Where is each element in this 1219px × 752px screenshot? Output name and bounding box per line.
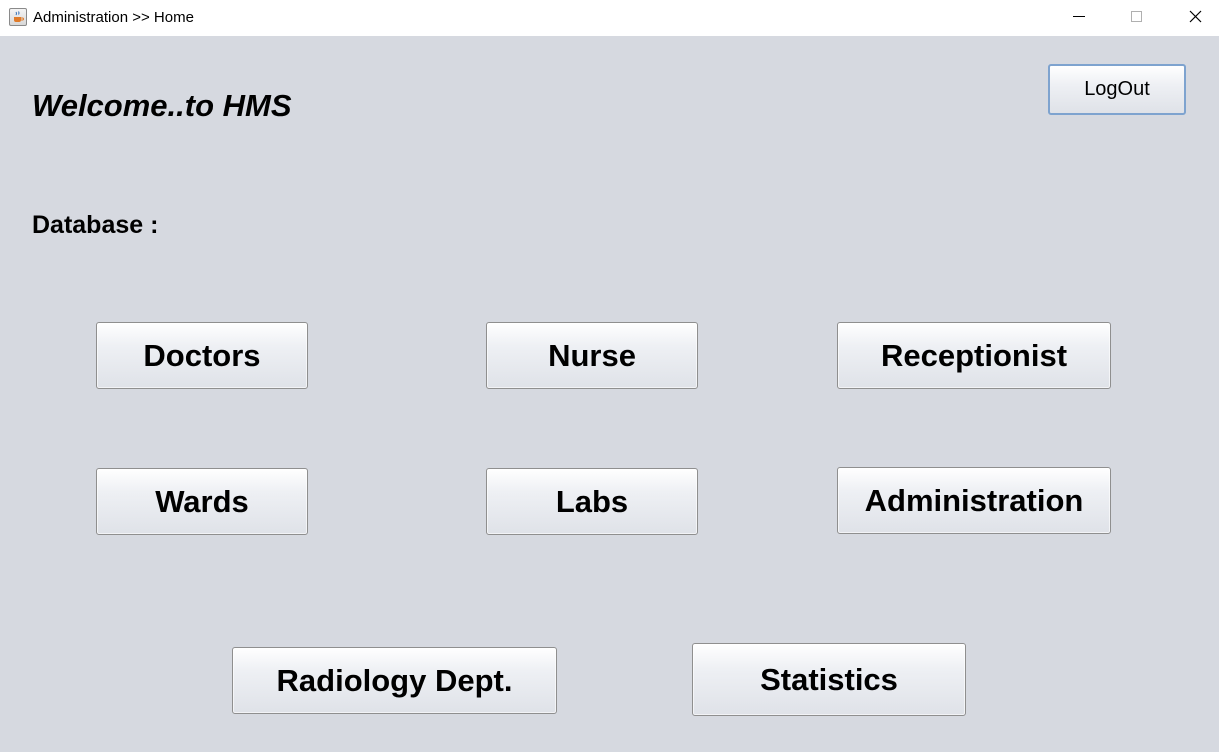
nurse-button[interactable]: Nurse — [486, 322, 698, 389]
logout-button[interactable]: LogOut — [1048, 64, 1186, 115]
maximize-icon — [1131, 11, 1142, 22]
close-icon — [1189, 10, 1202, 23]
receptionist-button[interactable]: Receptionist — [837, 322, 1111, 389]
doctors-button[interactable]: Doctors — [96, 322, 308, 389]
maximize-button[interactable] — [1108, 0, 1166, 34]
welcome-heading: Welcome..to HMS — [32, 88, 292, 123]
app-window: Administration >> Home Welcome..to HMS L… — [0, 0, 1219, 752]
wards-button[interactable]: Wards — [96, 468, 308, 535]
close-button[interactable] — [1166, 0, 1219, 34]
radiology-dept-button[interactable]: Radiology Dept. — [232, 647, 557, 714]
statistics-button[interactable]: Statistics — [692, 643, 966, 716]
minimize-icon — [1073, 16, 1085, 17]
title-bar[interactable]: Administration >> Home — [0, 0, 1219, 36]
labs-button[interactable]: Labs — [486, 468, 698, 535]
window-title: Administration >> Home — [33, 9, 194, 26]
database-label: Database : — [32, 211, 159, 239]
administration-button[interactable]: Administration — [837, 467, 1111, 534]
java-cup-icon — [9, 8, 27, 26]
minimize-button[interactable] — [1050, 0, 1108, 34]
